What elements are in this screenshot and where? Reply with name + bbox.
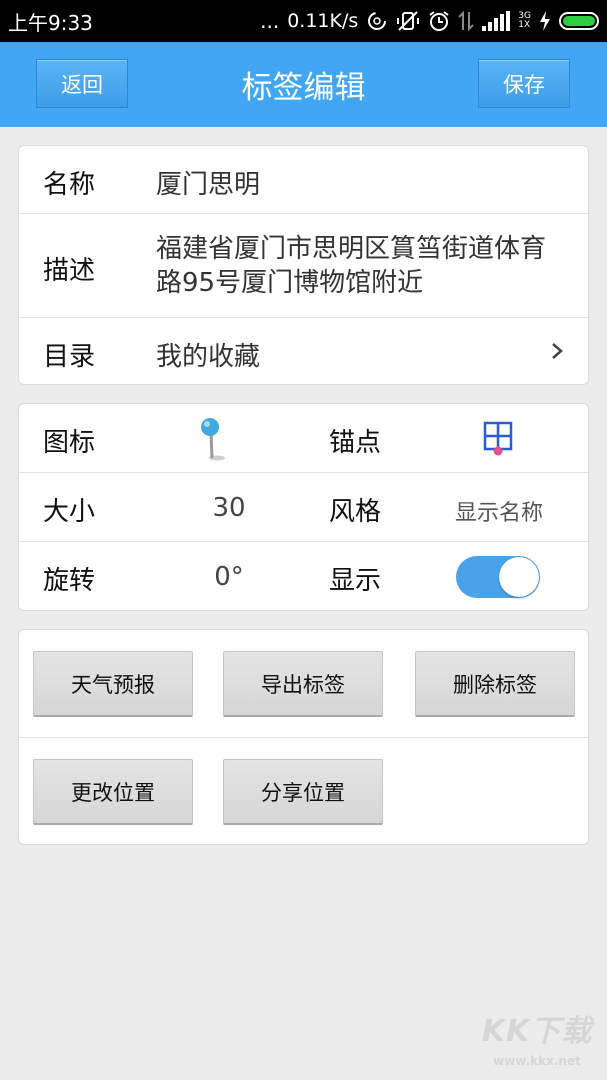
actions-row-1: 天气预报 导出标签 删除标签 [19, 630, 588, 738]
status-icons: ... 0.11K/s 3G 1X [260, 9, 599, 33]
signal-icon [482, 11, 511, 31]
export-tag-button[interactable]: 导出标签 [223, 651, 383, 717]
icon-label: 图标 [43, 428, 96, 458]
watermark-sub: www.kkx.net [493, 1054, 581, 1068]
icon-anchor-row: 图标 锚点 [19, 404, 588, 473]
rotate-value[interactable]: 0° [169, 562, 289, 592]
info-card: 名称 厦门思明 描述 福建省厦门市思明区篔筜街道体育路95号厦门博物馆附近 目录… [18, 145, 589, 385]
name-value[interactable]: 厦门思明 [156, 164, 260, 201]
title-bar: 返回 标签编辑 保存 [0, 42, 607, 127]
charging-icon [539, 11, 551, 31]
network-type: 3G 1X [518, 11, 531, 30]
chevron-right-icon [552, 343, 563, 359]
status-time: 上午9:33 [8, 10, 93, 35]
map-pin-icon[interactable] [197, 416, 227, 462]
name-label: 名称 [43, 170, 96, 200]
actions-row-2: 更改位置 分享位置 [19, 738, 588, 846]
data-transfer-icon [458, 10, 475, 32]
size-style-row: 大小 30 风格 显示名称 [19, 473, 588, 542]
size-label: 大小 [43, 497, 96, 527]
change-position-button[interactable]: 更改位置 [33, 759, 193, 825]
mute-vibrate-icon [396, 10, 420, 32]
rotate-display-row: 旋转 0° 显示 [19, 542, 588, 611]
directory-row[interactable]: 目录 我的收藏 [19, 318, 588, 386]
rotate-label: 旋转 [43, 566, 96, 596]
actions-card: 天气预报 导出标签 删除标签 更改位置 分享位置 [18, 629, 589, 845]
anchor-grid-icon[interactable] [482, 420, 514, 458]
style-value[interactable]: 显示名称 [429, 495, 569, 527]
sync-icon [366, 10, 388, 32]
description-value[interactable]: 福建省厦门市思明区篔筜街道体育路95号厦门博物馆附近 [156, 232, 556, 300]
save-button[interactable]: 保存 [478, 59, 570, 108]
alarm-icon [428, 10, 450, 32]
anchor-label: 锚点 [329, 428, 382, 458]
status-bar: 上午9:33 ... 0.11K/s 3G 1X [0, 0, 607, 42]
directory-value: 我的收藏 [156, 342, 261, 372]
style-card: 图标 锚点 大小 30 风格 显示名称 旋转 0° 显示 [18, 403, 589, 611]
toggle-knob [499, 557, 539, 597]
display-toggle[interactable] [456, 556, 540, 598]
battery-icon [559, 12, 599, 30]
weather-forecast-button[interactable]: 天气预报 [33, 651, 193, 717]
share-position-button[interactable]: 分享位置 [223, 759, 383, 825]
description-row[interactable]: 描述 福建省厦门市思明区篔筜街道体育路95号厦门博物馆附近 [19, 214, 588, 318]
description-label: 描述 [43, 256, 96, 286]
watermark-logo: KK下载 www.kkx.net [477, 1006, 597, 1072]
status-dots: ... [260, 9, 280, 33]
watermark-main: KK下载 [481, 1014, 593, 1049]
directory-label: 目录 [43, 342, 96, 372]
display-label: 显示 [329, 566, 382, 596]
net-speed: 0.11K/s [287, 10, 359, 32]
delete-tag-button[interactable]: 删除标签 [415, 651, 575, 717]
back-button[interactable]: 返回 [36, 59, 128, 108]
size-value[interactable]: 30 [169, 493, 289, 523]
style-label: 风格 [329, 497, 382, 527]
name-row[interactable]: 名称 厦门思明 [19, 146, 588, 214]
